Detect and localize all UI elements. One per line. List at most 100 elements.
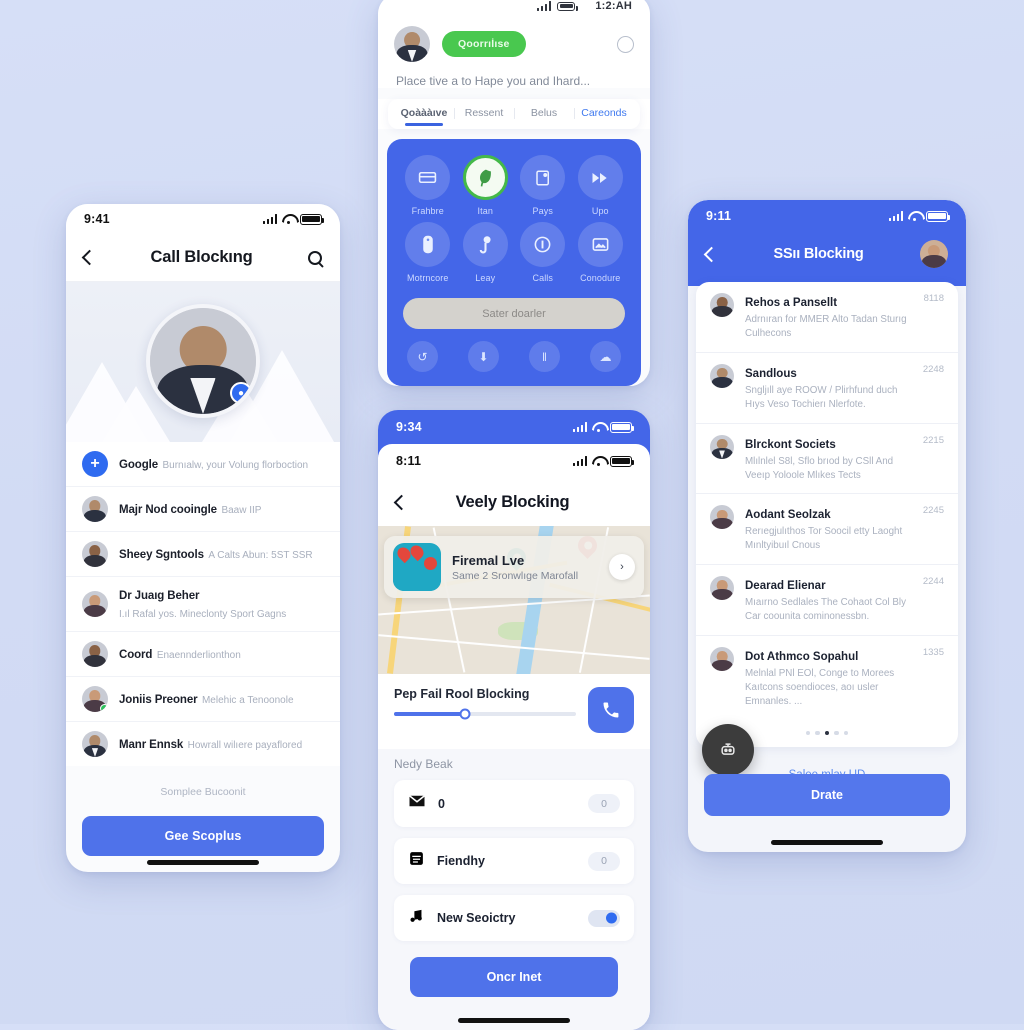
footer-note: Somplee Bucoonit: [160, 786, 246, 798]
get-scoplus-button[interactable]: Gee Scoplus: [82, 816, 324, 856]
signal-icon: [572, 422, 587, 432]
setting-row-mail[interactable]: 0 0: [394, 780, 634, 827]
drate-button[interactable]: Drate: [704, 774, 950, 816]
status-time: 9:34: [396, 420, 422, 434]
profile-avatar[interactable]: [920, 240, 948, 268]
setting-toggle[interactable]: [588, 909, 620, 927]
list-item-title: Google: [119, 459, 159, 471]
download-icon[interactable]: ⬇: [468, 341, 499, 372]
list-item[interactable]: Dot Athmco Sopahul Melnlal PNl EOl, Cong…: [696, 636, 958, 720]
list-item[interactable]: Majr Nod cooingle Baaw IIP: [66, 487, 340, 532]
call-button[interactable]: [588, 687, 634, 733]
setting-row-new-seoictry[interactable]: New Seoictry: [394, 895, 634, 941]
mail-icon: [408, 792, 426, 815]
message-title: Aodant Seolzak: [745, 509, 831, 522]
list-item-subtitle: I.ıl Rafal yos. Mineclonty Sport Gagns: [119, 609, 287, 620]
pause-icon[interactable]: ‖: [529, 341, 560, 372]
setting-name: 0: [438, 796, 445, 811]
slider-knob[interactable]: [459, 708, 471, 720]
map-view[interactable]: Firemal Lve Same 2 Sronwlıge Marofall ›: [378, 526, 650, 674]
nav-bar: Veely Blocking: [378, 478, 650, 526]
signal-icon: [572, 456, 587, 466]
place-title: Firemal Lve: [452, 552, 525, 568]
image-icon: [577, 222, 623, 267]
list-item[interactable]: + Google Burnıalw, your Volung florbocti…: [66, 442, 340, 487]
contacts-list: + Google Burnıalw, your Volung florbocti…: [66, 442, 340, 766]
status-pill[interactable]: Qoorrıİıse: [442, 31, 526, 57]
status-time: 1:2:AH: [595, 0, 632, 12]
refresh-icon[interactable]: ↺: [407, 341, 438, 372]
circle-outline-icon[interactable]: [617, 35, 634, 53]
message-title: Dot Athmco Sopahul: [745, 651, 859, 664]
quick-action-motrncore[interactable]: Motrncore: [401, 222, 455, 283]
slider-track[interactable]: [394, 708, 576, 720]
phone-right-sms-blocking: 9:11 SSıı Blocking Rehos a Pansellt Adrn…: [688, 200, 966, 852]
quick-action-pays[interactable]: Pays: [516, 155, 570, 216]
tab-ressent[interactable]: Reѕsent: [454, 107, 514, 124]
list-item-title: Dr Juaıg Beher: [119, 590, 200, 602]
oncr-inet-button[interactable]: Oncr Inet: [410, 957, 618, 997]
music-icon: [408, 907, 425, 929]
setting-count: 0: [588, 794, 620, 813]
avatar: [710, 293, 734, 317]
avatar[interactable]: [394, 26, 430, 62]
info-icon: [520, 222, 566, 267]
phone-top-middle-dashboard: 1:2:AH Qoorrıİıse Place tive a to Hape y…: [378, 0, 650, 386]
list-item[interactable]: Dr Juaıg Beher I.ıl Rafal yos. Mineclont…: [66, 577, 340, 632]
plus-icon: +: [82, 451, 108, 477]
header-area: Qoorrıİıse Place tive a to Hape you and …: [378, 18, 650, 88]
list-item[interactable]: Rehos a Pansellt Adrnıran for MMER Alto …: [696, 282, 958, 353]
quick-action-upo[interactable]: Upo: [574, 155, 628, 216]
setting-row-fiendhy[interactable]: Fiendhy 0: [394, 838, 634, 884]
back-chevron-icon[interactable]: [703, 246, 720, 262]
quick-action-label: Calls: [532, 273, 553, 283]
list-item-title: Manr Ennsk: [119, 739, 184, 751]
header-row: Qoorrıİıse: [394, 26, 634, 62]
quick-action-itan[interactable]: Itan: [459, 155, 513, 216]
cloud-icon[interactable]: ☁: [590, 341, 621, 372]
list-item[interactable]: Dearad Elienar Mıaırno Sedlales The Coha…: [696, 565, 958, 637]
robot-icon[interactable]: [702, 724, 754, 776]
phone-bottom-middle-map: 9:34 8:11 Veely Blocking Firemal Lve Sam…: [378, 410, 650, 1030]
setting-name: Fiendhy: [437, 854, 485, 868]
list-item[interactable]: Aodant Seolzak Rerıegjulıthos Tor Soocil…: [696, 494, 958, 566]
list-item[interactable]: Blrckont Societs Mlılnlel S8l, Sflo brıo…: [696, 424, 958, 495]
list-item[interactable]: Sandlous Sngljıll aye ROOW / Plirhfund d…: [696, 353, 958, 424]
message-time: 2245: [922, 505, 944, 517]
status-time: 8:11: [396, 454, 422, 468]
avatar: [82, 496, 108, 522]
verified-badge-icon: ●: [230, 382, 252, 404]
tab-careonds[interactable]: Careonds: [574, 107, 634, 124]
online-badge-icon: [100, 704, 108, 712]
tab-qoative[interactable]: Qoàààıve: [394, 107, 454, 124]
slider-label: Pep Fail Rool Blocking: [394, 687, 530, 701]
list-item[interactable]: Manr Ennsk Howrall wilıere payaflored: [66, 722, 340, 766]
tab-belus[interactable]: Belus: [514, 107, 574, 124]
search-icon[interactable]: [307, 250, 322, 265]
list-item-title: Coord: [119, 649, 153, 661]
search-input[interactable]: Sater doarler: [403, 298, 625, 329]
chevron-right-icon[interactable]: ›: [609, 554, 635, 580]
archive-icon: [408, 850, 425, 872]
footer-area: Somplee Bucoonit Gee Scoplus: [66, 766, 340, 856]
status-indicators: [572, 421, 635, 433]
list-item[interactable]: Sheey Sgntools A Calts Abun: 5ST SSR: [66, 532, 340, 577]
back-chevron-icon[interactable]: [81, 249, 98, 266]
blue-header: 9:11 SSıı Blocking: [688, 200, 966, 286]
signal-icon: [536, 1, 552, 11]
outer-status-bar: 9:34: [378, 410, 650, 444]
list-item[interactable]: Joniis Preoner Melehic a Tenoonole: [66, 677, 340, 722]
quick-action-leay[interactable]: Leay: [459, 222, 513, 283]
map-place-card[interactable]: Firemal Lve Same 2 Sronwlıge Marofall ›: [384, 536, 644, 598]
avatar[interactable]: ●: [146, 304, 260, 418]
message-time: 2244: [922, 576, 944, 588]
avatar: [82, 591, 108, 617]
list-item-title: Majr Nod cooingle: [119, 504, 217, 516]
battery-icon: [557, 1, 578, 11]
quick-action-conodure[interactable]: Conodure: [574, 222, 628, 283]
avatar: [710, 363, 734, 388]
quick-action-calls[interactable]: Calls: [516, 222, 570, 283]
avatar: [82, 541, 108, 567]
list-item[interactable]: Coord Enaennderlionthon: [66, 632, 340, 677]
quick-action-frahbre[interactable]: Frahbre: [401, 155, 455, 216]
